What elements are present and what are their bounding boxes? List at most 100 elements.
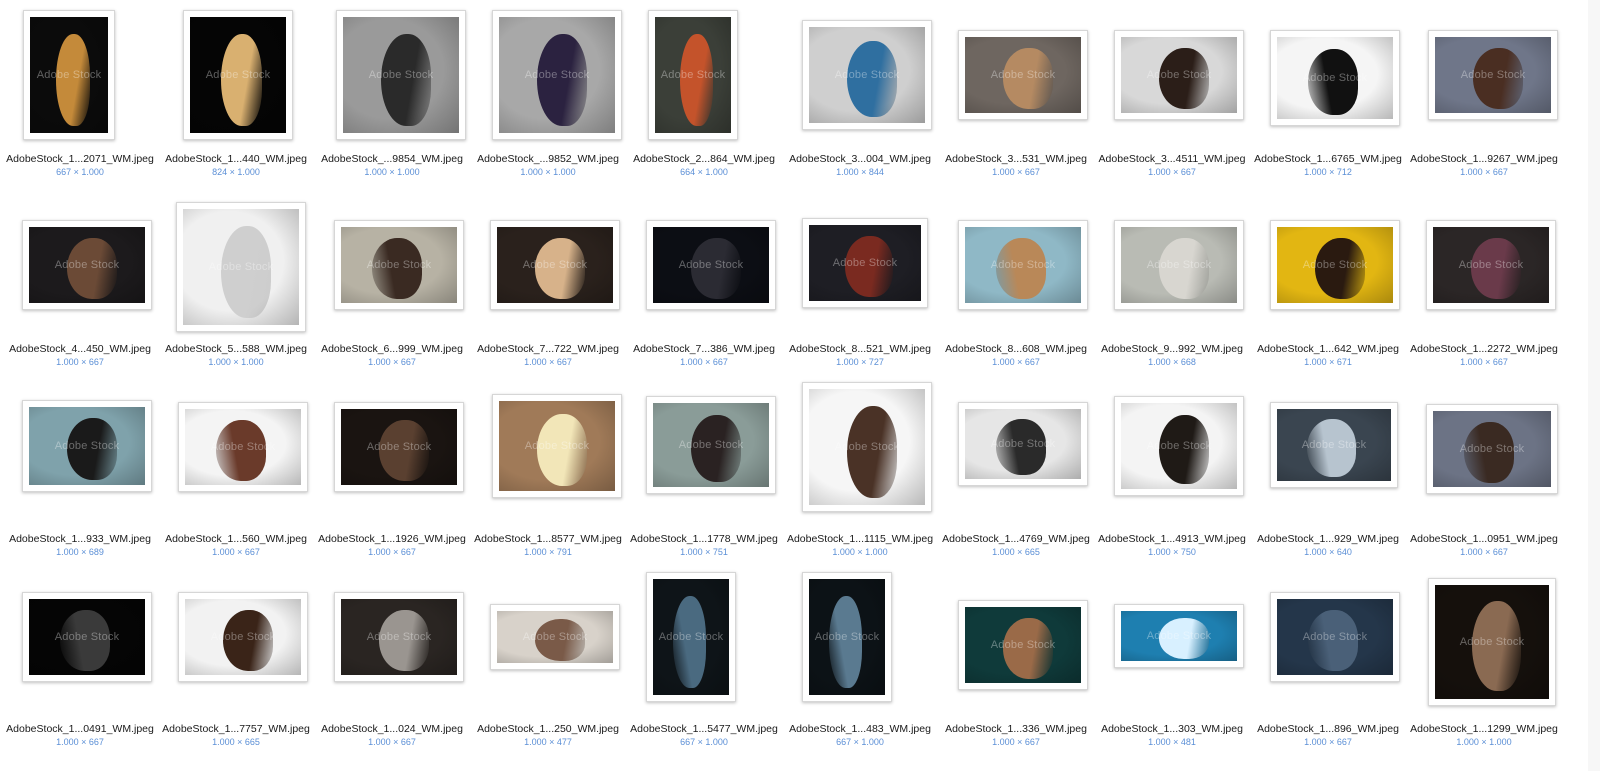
thumbnail-frame[interactable]: Adobe Stock (1114, 30, 1244, 120)
file-tile[interactable]: Adobe Stock AdobeStock_5...588_WM.jpeg 1.0… (158, 192, 314, 382)
file-tile[interactable]: Adobe Stock AdobeStock_1...560_WM.jpeg 1.0… (158, 382, 314, 572)
file-name[interactable]: AdobeStock_1...440_WM.jpeg (152, 153, 320, 165)
thumbnail-frame[interactable]: Adobe Stock (802, 218, 928, 308)
file-name[interactable]: AdobeStock_9...992_WM.jpeg (1088, 343, 1256, 355)
thumbnail-frame[interactable]: Adobe Stock (334, 592, 464, 682)
file-tile[interactable]: Adobe Stock AdobeStock_1...250_WM.jpeg 1.0… (470, 572, 626, 762)
file-name[interactable]: AdobeStock_1...6765_WM.jpeg (1244, 153, 1412, 165)
file-tile[interactable]: Adobe Stock AdobeStock_1...929_WM.jpeg 1.0… (1250, 382, 1406, 572)
file-name[interactable]: AdobeStock_1...2071_WM.jpeg (0, 153, 164, 165)
thumbnail-frame[interactable]: Adobe Stock (1114, 396, 1244, 496)
vertical-scrollbar[interactable] (1588, 0, 1600, 771)
file-tile[interactable]: Adobe Stock AdobeStock_1...440_WM.jpeg 824… (158, 2, 314, 192)
file-tile[interactable]: Adobe Stock AdobeStock_7...722_WM.jpeg 1.0… (470, 192, 626, 382)
file-name[interactable]: AdobeStock_1...7757_WM.jpeg (152, 723, 320, 735)
file-tile[interactable]: Adobe Stock AdobeStock_1...0951_WM.jpeg 1.… (1406, 382, 1562, 572)
file-tile[interactable]: Adobe Stock AdobeStock_1...5477_WM.jpeg 66… (626, 572, 782, 762)
thumbnail-frame[interactable]: Adobe Stock (22, 592, 152, 682)
file-name[interactable]: AdobeStock_5...588_WM.jpeg (152, 343, 320, 355)
thumbnail-frame[interactable]: Adobe Stock (492, 394, 622, 498)
file-tile[interactable]: Adobe Stock AdobeStock_1...642_WM.jpeg 1.0… (1250, 192, 1406, 382)
thumbnail-frame[interactable]: Adobe Stock (958, 220, 1088, 310)
file-name[interactable]: AdobeStock_4...450_WM.jpeg (0, 343, 164, 355)
file-name[interactable]: AdobeStock_1...929_WM.jpeg (1244, 533, 1412, 545)
file-name[interactable]: AdobeStock_1...1926_WM.jpeg (308, 533, 476, 545)
thumbnail-frame[interactable]: Adobe Stock (22, 220, 152, 310)
file-name[interactable]: AdobeStock_...9854_WM.jpeg (308, 153, 476, 165)
file-tile[interactable]: Adobe Stock AdobeStock_1...1926_WM.jpeg 1.… (314, 382, 470, 572)
thumbnail-frame[interactable]: Adobe Stock (1270, 592, 1400, 682)
thumbnail-frame[interactable]: Adobe Stock (648, 10, 738, 140)
thumbnail-frame[interactable]: Adobe Stock (1426, 404, 1558, 494)
thumbnail-frame[interactable]: Adobe Stock (1428, 578, 1556, 706)
thumbnail-frame[interactable]: Adobe Stock (1270, 402, 1398, 488)
file-tile[interactable]: Adobe Stock AdobeStock_1...8577_WM.jpeg 1.… (470, 382, 626, 572)
file-name[interactable]: AdobeStock_1...1299_WM.jpeg (1400, 723, 1568, 735)
file-tile[interactable]: Adobe Stock AdobeStock_1...896_WM.jpeg 1.0… (1250, 572, 1406, 762)
file-tile[interactable]: Adobe Stock AdobeStock_1...933_WM.jpeg 1.0… (2, 382, 158, 572)
file-name[interactable]: AdobeStock_1...0491_WM.jpeg (0, 723, 164, 735)
file-name[interactable]: AdobeStock_1...0951_WM.jpeg (1400, 533, 1568, 545)
file-tile[interactable]: Adobe Stock AdobeStock_1...0491_WM.jpeg 1.… (2, 572, 158, 762)
thumbnail-frame[interactable]: Adobe Stock (336, 10, 466, 140)
file-tile[interactable]: Adobe Stock AdobeStock_1...2071_WM.jpeg 66… (2, 2, 158, 192)
file-tile[interactable]: Adobe Stock AdobeStock_1...7757_WM.jpeg 1.… (158, 572, 314, 762)
file-tile[interactable]: Adobe Stock AdobeStock_1...303_WM.jpeg 1.0… (1094, 572, 1250, 762)
file-name[interactable]: AdobeStock_1...336_WM.jpeg (932, 723, 1100, 735)
file-name[interactable]: AdobeStock_3...531_WM.jpeg (932, 153, 1100, 165)
file-name[interactable]: AdobeStock_...9852_WM.jpeg (464, 153, 632, 165)
file-name[interactable]: AdobeStock_1...483_WM.jpeg (776, 723, 944, 735)
thumbnail-frame[interactable]: Adobe Stock (178, 592, 308, 682)
thumbnail-frame[interactable]: Adobe Stock (492, 10, 622, 140)
file-tile[interactable]: Adobe Stock AdobeStock_1...2272_WM.jpeg 1.… (1406, 192, 1562, 382)
thumbnail-frame[interactable]: Adobe Stock (1426, 220, 1556, 310)
file-name[interactable]: AdobeStock_1...1778_WM.jpeg (620, 533, 788, 545)
thumbnail-frame[interactable]: Adobe Stock (1270, 220, 1400, 310)
file-tile[interactable]: Adobe Stock AdobeStock_8...608_WM.jpeg 1.0… (938, 192, 1094, 382)
file-name[interactable]: AdobeStock_1...642_WM.jpeg (1244, 343, 1412, 355)
thumbnail-frame[interactable]: Adobe Stock (178, 402, 308, 492)
file-tile[interactable]: Adobe Stock AdobeStock_1...1778_WM.jpeg 1.… (626, 382, 782, 572)
thumbnail-frame[interactable]: Adobe Stock (334, 402, 464, 492)
thumbnail-frame[interactable]: Adobe Stock (334, 220, 464, 310)
thumbnail-frame[interactable]: Adobe Stock (490, 604, 620, 670)
thumbnail-frame[interactable]: Adobe Stock (802, 20, 932, 130)
file-name[interactable]: AdobeStock_8...521_WM.jpeg (776, 343, 944, 355)
thumbnail-frame[interactable]: Adobe Stock (802, 382, 932, 512)
thumbnail-frame[interactable]: Adobe Stock (22, 400, 152, 492)
file-tile[interactable]: Adobe Stock AdobeStock_3...531_WM.jpeg 1.0… (938, 2, 1094, 192)
file-name[interactable]: AdobeStock_1...9267_WM.jpeg (1400, 153, 1568, 165)
thumbnail-frame[interactable]: Adobe Stock (1114, 220, 1244, 310)
file-name[interactable]: AdobeStock_3...4511_WM.jpeg (1088, 153, 1256, 165)
file-tile[interactable]: Adobe Stock AdobeStock_7...386_WM.jpeg 1.0… (626, 192, 782, 382)
thumbnail-frame[interactable]: Adobe Stock (176, 202, 306, 332)
file-name[interactable]: AdobeStock_1...8577_WM.jpeg (464, 533, 632, 545)
file-name[interactable]: AdobeStock_2...864_WM.jpeg (620, 153, 788, 165)
file-name[interactable]: AdobeStock_1...896_WM.jpeg (1244, 723, 1412, 735)
file-tile[interactable]: Adobe Stock AdobeStock_1...483_WM.jpeg 667… (782, 572, 938, 762)
file-name[interactable]: AdobeStock_8...608_WM.jpeg (932, 343, 1100, 355)
file-name[interactable]: AdobeStock_1...560_WM.jpeg (152, 533, 320, 545)
file-tile[interactable]: Adobe Stock AdobeStock_1...336_WM.jpeg 1.0… (938, 572, 1094, 762)
thumbnail-frame[interactable]: Adobe Stock (1114, 604, 1244, 668)
file-name[interactable]: AdobeStock_6...999_WM.jpeg (308, 343, 476, 355)
file-tile[interactable]: Adobe Stock AdobeStock_6...999_WM.jpeg 1.0… (314, 192, 470, 382)
thumbnail-frame[interactable]: Adobe Stock (958, 30, 1088, 120)
thumbnail-frame[interactable]: Adobe Stock (183, 10, 293, 140)
file-name[interactable]: AdobeStock_7...386_WM.jpeg (620, 343, 788, 355)
file-name[interactable]: AdobeStock_1...933_WM.jpeg (0, 533, 164, 545)
thumbnail-frame[interactable]: Adobe Stock (1428, 30, 1558, 120)
file-name[interactable]: AdobeStock_1...250_WM.jpeg (464, 723, 632, 735)
file-tile[interactable]: Adobe Stock AdobeStock_1...6765_WM.jpeg 1.… (1250, 2, 1406, 192)
file-name[interactable]: AdobeStock_1...024_WM.jpeg (308, 723, 476, 735)
file-tile[interactable]: Adobe Stock AdobeStock_...9852_WM.jpeg 1.0… (470, 2, 626, 192)
file-name[interactable]: AdobeStock_7...722_WM.jpeg (464, 343, 632, 355)
thumbnail-frame[interactable]: Adobe Stock (958, 600, 1088, 690)
thumbnail-frame[interactable]: Adobe Stock (802, 572, 892, 702)
file-tile[interactable]: Adobe Stock AdobeStock_1...1115_WM.jpeg 1.… (782, 382, 938, 572)
file-tile[interactable]: Adobe Stock AdobeStock_2...864_WM.jpeg 664… (626, 2, 782, 192)
thumbnail-frame[interactable]: Adobe Stock (1270, 30, 1400, 126)
file-tile[interactable]: Adobe Stock AdobeStock_...9854_WM.jpeg 1.0… (314, 2, 470, 192)
file-name[interactable]: AdobeStock_1...1115_WM.jpeg (776, 533, 944, 545)
file-name[interactable]: AdobeStock_3...004_WM.jpeg (776, 153, 944, 165)
